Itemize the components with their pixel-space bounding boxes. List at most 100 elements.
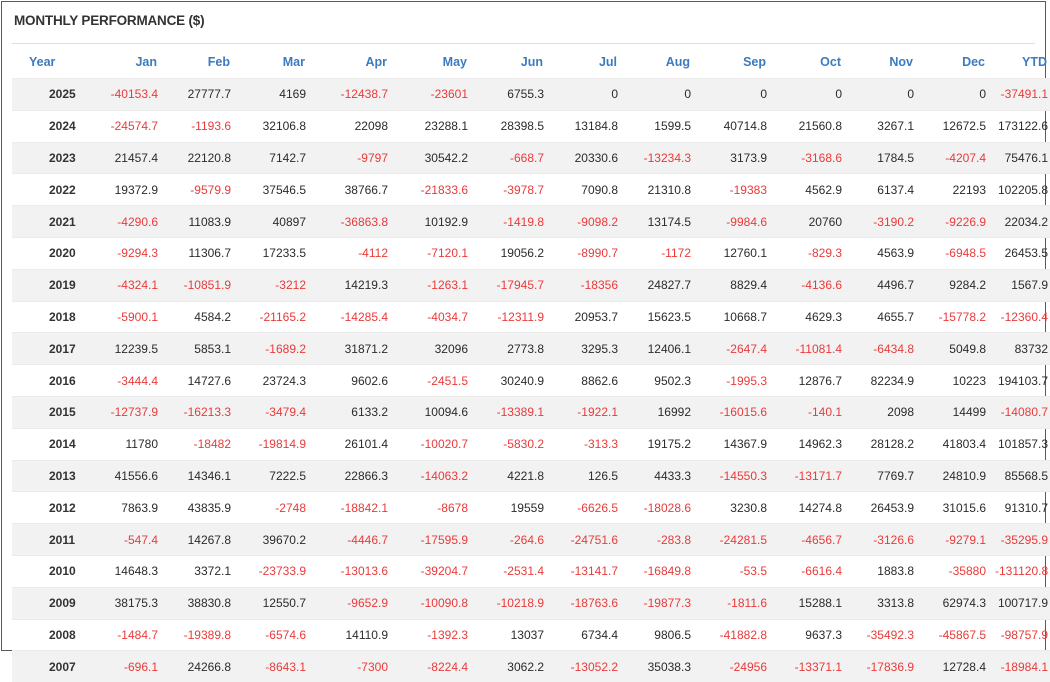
year-cell: 2011 — [12, 523, 84, 556]
ytd-cell: -98757.9 — [995, 618, 1050, 651]
month-value-cell: 20760 — [776, 205, 851, 238]
month-value-cell: 3313.8 — [851, 586, 923, 620]
month-value-cell: -9797 — [315, 141, 397, 174]
table-row: 2016 -3444.4 14727.6 23724.3 9602.6 -2451.5 30… — [12, 364, 1050, 397]
month-value-cell: 31871.2 — [315, 332, 397, 365]
ytd-cell: -14080.7 — [995, 395, 1050, 429]
month-value-cell: 13174.5 — [627, 205, 700, 238]
month-value-cell: -35492.3 — [851, 618, 923, 651]
month-value-cell: -9279.1 — [923, 523, 995, 556]
month-value-cell: 12876.7 — [776, 364, 851, 397]
month-value-cell: -313.3 — [553, 427, 627, 461]
month-value-cell: -3168.6 — [776, 141, 851, 174]
month-value-cell: 14346.1 — [167, 459, 240, 492]
month-value-cell: -14550.3 — [700, 459, 776, 492]
month-value-cell: 14274.8 — [776, 491, 851, 524]
table-row: 2025 -40153.4 27777.7 4169 -12438.7 -23601 675… — [12, 78, 1050, 111]
month-value-cell: -2748 — [240, 491, 315, 524]
table-row: 2019 -4324.1 -10851.9 -3212 14219.3 -1263.1 -1… — [12, 268, 1050, 302]
ytd-cell: -131120.8 — [995, 554, 1050, 588]
table-row: 2023 21457.4 22120.8 7142.7 -9797 30542.2 -668… — [12, 141, 1050, 174]
month-value-cell: 3230.8 — [700, 491, 776, 524]
month-value-cell: 4221.8 — [477, 459, 553, 492]
month-value-cell: 12550.7 — [240, 586, 315, 620]
month-value-cell: 14110.9 — [315, 618, 397, 651]
month-value-cell: 26101.4 — [315, 427, 397, 461]
month-value-cell: -13052.2 — [553, 650, 627, 682]
year-cell: 2016 — [12, 364, 84, 397]
month-value-cell: -18763.6 — [553, 586, 627, 620]
table-row: 2014 11780 -18482 -19814.9 26101.4 -10020.7 -5… — [12, 427, 1050, 461]
month-value-cell: -9579.9 — [167, 173, 240, 206]
month-value-cell: 15623.5 — [627, 300, 700, 333]
month-value-cell: -10218.9 — [477, 586, 553, 620]
month-value-cell: 82234.9 — [851, 364, 923, 397]
month-value-cell: -24751.6 — [553, 523, 627, 556]
month-value-cell: -1484.7 — [84, 618, 167, 651]
month-value-cell: 22866.3 — [315, 459, 397, 492]
month-value-cell: 7769.7 — [851, 459, 923, 492]
month-value-cell: -140.1 — [776, 395, 851, 429]
ytd-cell: -37491.1 — [995, 78, 1050, 111]
month-value-cell: 22193 — [923, 173, 995, 206]
month-value-cell: -12438.7 — [315, 78, 397, 111]
month-value-cell: 19175.2 — [627, 427, 700, 461]
month-value-cell: -13371.1 — [776, 650, 851, 682]
month-value-cell: 38766.7 — [315, 173, 397, 206]
table-row: 2013 41556.6 14346.1 7222.5 22866.3 -14063.2 4… — [12, 459, 1050, 492]
month-value-cell: -9098.2 — [553, 205, 627, 238]
month-value-cell: -3978.7 — [477, 173, 553, 206]
performance-table: Year Jan Feb Mar Apr May Jun Jul Aug Sep Oct Nov Dec… — [12, 46, 1050, 682]
month-value-cell: -24281.5 — [700, 523, 776, 556]
month-value-cell: 1599.5 — [627, 109, 700, 143]
month-value-cell: -19814.9 — [240, 427, 315, 461]
month-value-cell: -7120.1 — [397, 236, 477, 270]
month-value-cell: 20953.7 — [553, 300, 627, 333]
month-value-cell: 3173.9 — [700, 141, 776, 174]
month-value-cell: 20330.6 — [553, 141, 627, 174]
month-value-cell: 28398.5 — [477, 109, 553, 143]
month-value-cell: 4433.3 — [627, 459, 700, 492]
month-value-cell: 43835.9 — [167, 491, 240, 524]
month-value-cell: -7300 — [315, 650, 397, 682]
month-value-cell: -36863.8 — [315, 205, 397, 238]
month-value-cell: 17233.5 — [240, 236, 315, 270]
month-value-cell: -1263.1 — [397, 268, 477, 302]
title-divider — [12, 43, 1035, 44]
month-value-cell: -3190.2 — [851, 205, 923, 238]
month-value-cell: -10851.9 — [167, 268, 240, 302]
month-value-cell: 14727.6 — [167, 364, 240, 397]
month-value-cell: 6734.4 — [553, 618, 627, 651]
month-value-cell: 14962.3 — [776, 427, 851, 461]
month-value-cell: 2098 — [851, 395, 923, 429]
month-value-cell: 4629.3 — [776, 300, 851, 333]
header-row: Year Jan Feb Mar Apr May Jun Jul Aug Sep Oct Nov Dec… — [12, 46, 1050, 79]
month-value-cell: 38175.3 — [84, 586, 167, 620]
ytd-cell: -18984.1 — [995, 650, 1050, 682]
month-value-cell: 8829.4 — [700, 268, 776, 302]
month-value-cell: 32096 — [397, 332, 477, 365]
table-row: 2011 -547.4 14267.8 39670.2 -4446.7 -17595.9-… — [12, 523, 1050, 556]
table-row: 2020 -9294.3 11306.7 17233.5 -4112 -7120.1 190… — [12, 236, 1050, 270]
month-value-cell: -18842.1 — [315, 491, 397, 524]
month-value-cell: 22098 — [315, 109, 397, 143]
month-value-cell: 26453.9 — [851, 491, 923, 524]
table-row: 2024 -24574.7 -1193.6 32106.8 22098 23288.1 28… — [12, 109, 1050, 143]
month-value-cell: 19056.2 — [477, 236, 553, 270]
month-value-cell: 4562.9 — [776, 173, 851, 206]
month-value-cell: 7863.9 — [84, 491, 167, 524]
month-value-cell: -21833.6 — [397, 173, 477, 206]
ytd-cell: 101857.3 — [995, 427, 1050, 461]
column-header-sep: Sep — [743, 55, 766, 69]
column-header-jan: Jan — [135, 55, 157, 69]
month-value-cell: 62974.3 — [923, 586, 995, 620]
table-row: 2010 14648.3 3372.1 -23733.9 -13013.6 -39204.… — [12, 554, 1050, 588]
month-value-cell: -21165.2 — [240, 300, 315, 333]
month-value-cell: -1995.3 — [700, 364, 776, 397]
month-value-cell: -24574.7 — [84, 109, 167, 143]
year-cell: 2013 — [12, 459, 84, 492]
month-value-cell: -18482 — [167, 427, 240, 461]
month-value-cell: 2773.8 — [477, 332, 553, 365]
year-cell: 2010 — [12, 554, 84, 588]
month-value-cell: 10192.9 — [397, 205, 477, 238]
